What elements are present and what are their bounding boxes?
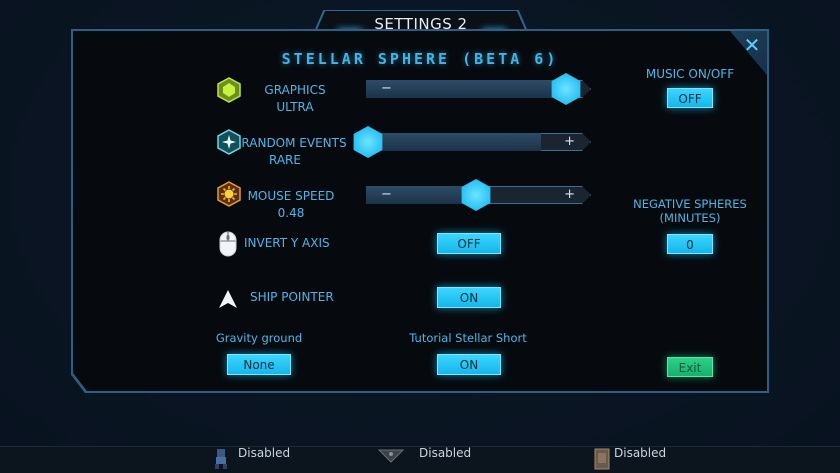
graphics-slider-fill xyxy=(366,80,566,98)
bottom-item-1-label: Disabled xyxy=(238,446,291,460)
random-events-increase-button[interactable]: + xyxy=(564,133,575,151)
arrow-pointer-icon xyxy=(216,287,240,311)
graphics-value: ULTRA xyxy=(276,100,314,114)
music-label: MUSIC ON/OFF xyxy=(645,67,735,81)
mouse-speed-decrease-button[interactable]: − xyxy=(381,186,392,204)
negative-spheres-unit: (MINUTES) xyxy=(659,211,721,225)
tutorial-label: Tutorial Stellar Short xyxy=(409,331,527,345)
random-events-slider-fill xyxy=(366,133,541,151)
ship-pointer-label: SHIP POINTER xyxy=(250,290,334,304)
music-toggle[interactable]: OFF xyxy=(667,88,713,108)
mouse-icon xyxy=(217,230,239,258)
graphics-slider[interactable]: − xyxy=(366,73,591,105)
mouse-speed-label: MOUSE SPEED 0.48 xyxy=(240,188,342,222)
ship-pointer-toggle[interactable]: ON xyxy=(437,287,501,308)
invert-y-toggle[interactable]: OFF xyxy=(437,233,501,254)
mouse-speed-value: 0.48 xyxy=(277,206,305,220)
graphics-label: GRAPHICS ULTRA xyxy=(245,82,345,116)
graphics-decrease-button[interactable]: − xyxy=(381,80,392,98)
figure-icon xyxy=(210,448,232,473)
mouse-speed-slider[interactable]: − + xyxy=(366,179,591,211)
random-events-label: RANDOM EVENTS RARE xyxy=(240,135,348,169)
game-subtitle: STELLAR SPHERE (BETA 6) xyxy=(281,50,559,68)
negative-spheres-input[interactable]: 0 xyxy=(667,234,713,254)
random-events-title: RANDOM EVENTS xyxy=(241,136,347,150)
bottom-item-3-label: Disabled xyxy=(614,446,667,460)
close-button[interactable]: ✕ xyxy=(741,34,763,56)
card-icon xyxy=(594,448,610,473)
shield-icon xyxy=(377,448,405,467)
gravity-ground-label: Gravity ground xyxy=(215,331,303,345)
gem-icon xyxy=(216,77,242,103)
negative-spheres-label: NEGATIVE SPHERES (MINUTES) xyxy=(624,197,756,225)
gravity-ground-select[interactable]: None xyxy=(227,354,291,375)
sun-icon xyxy=(216,181,242,207)
mouse-speed-title: MOUSE SPEED xyxy=(247,189,335,203)
negative-spheres-title: NEGATIVE SPHERES xyxy=(633,197,747,211)
tutorial-toggle[interactable]: ON xyxy=(437,354,501,375)
exit-button[interactable]: Exit xyxy=(667,357,713,377)
invert-y-label: INVERT Y AXIS xyxy=(244,236,330,250)
star-burst-icon xyxy=(216,129,242,155)
mouse-speed-increase-button[interactable]: + xyxy=(564,186,575,204)
random-events-slider[interactable]: + xyxy=(353,126,591,158)
graphics-title: GRAPHICS xyxy=(264,83,326,97)
random-events-value: RARE xyxy=(269,153,301,167)
bottom-item-2-label: Disabled xyxy=(419,446,472,460)
